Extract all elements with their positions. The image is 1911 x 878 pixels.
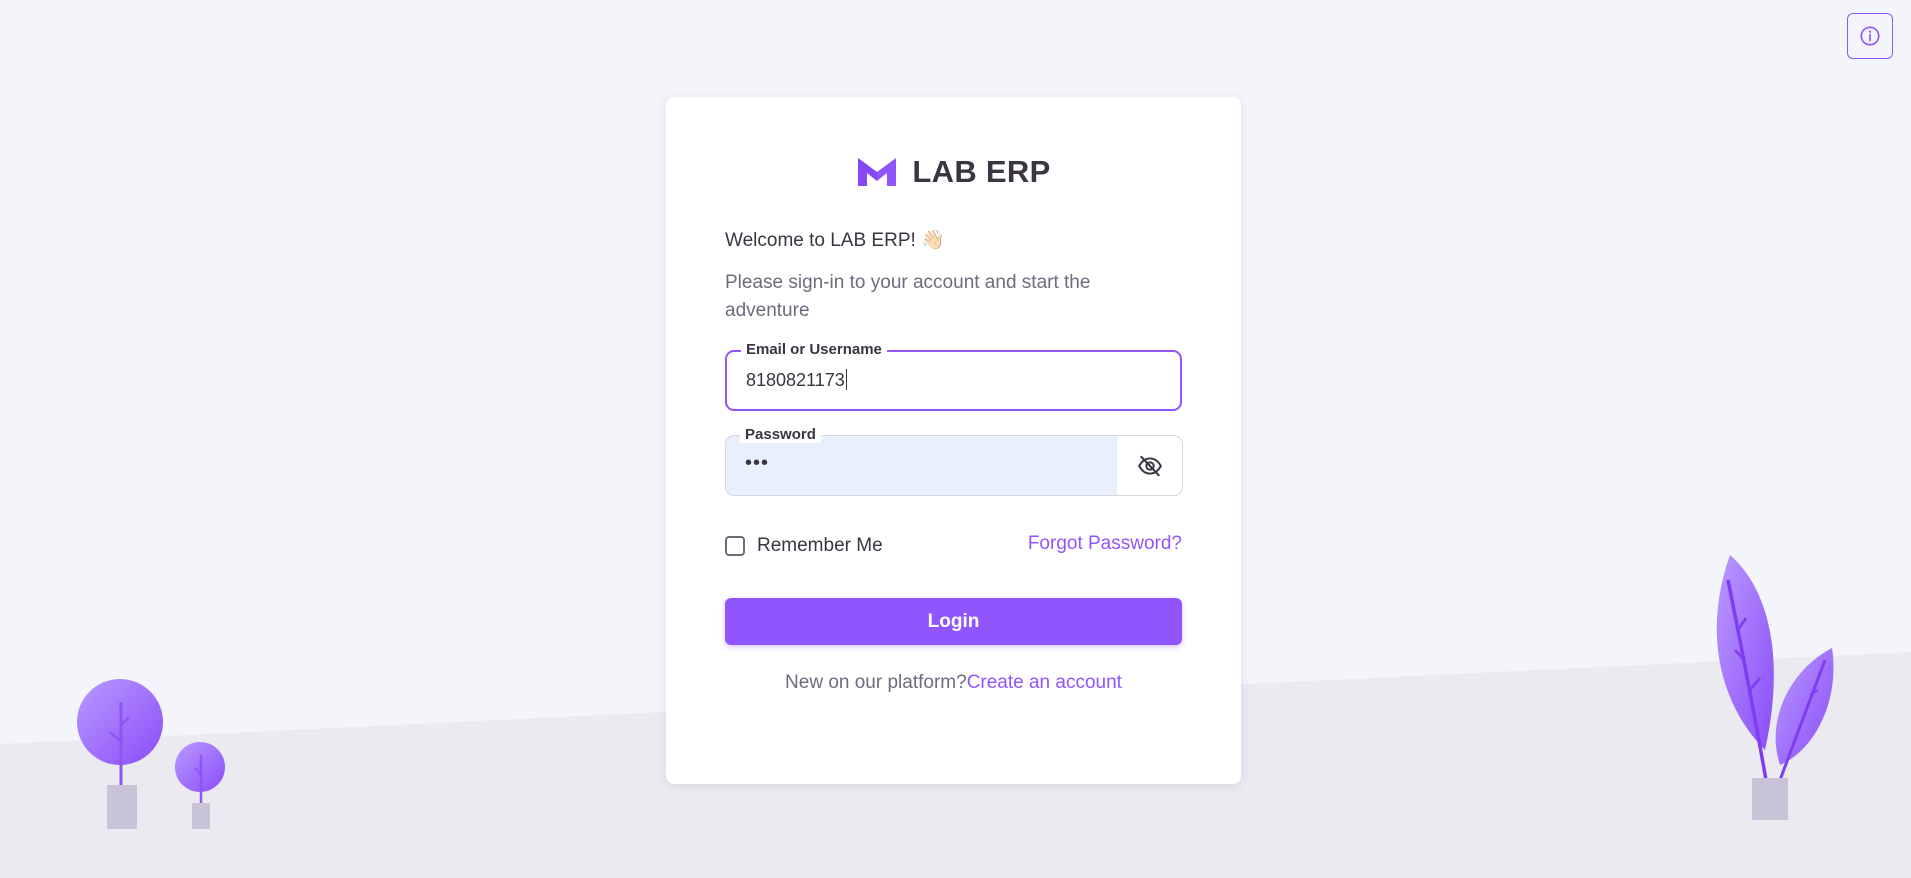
password-input[interactable]: ••• bbox=[745, 452, 769, 475]
info-icon bbox=[1860, 26, 1880, 46]
toggle-password-visibility-button[interactable] bbox=[1117, 435, 1183, 496]
m-logo-icon bbox=[858, 158, 897, 186]
email-value: 8180821173 bbox=[746, 370, 845, 390]
info-button[interactable] bbox=[1847, 13, 1893, 59]
remember-me[interactable]: Remember Me bbox=[725, 535, 883, 557]
eye-off-icon bbox=[1137, 455, 1162, 476]
brand-header: LAB ERP bbox=[666, 152, 1241, 192]
text-caret bbox=[845, 369, 847, 390]
login-button[interactable]: Login bbox=[725, 598, 1182, 645]
create-account-link[interactable]: Create an account bbox=[967, 672, 1122, 693]
password-label: Password bbox=[740, 426, 821, 443]
brand-title: LAB ERP bbox=[912, 154, 1051, 189]
email-field[interactable]: Email or Username 8180821173 bbox=[725, 341, 1182, 411]
email-label: Email or Username bbox=[741, 341, 887, 358]
welcome-subtitle: Please sign-in to your account and start… bbox=[725, 272, 1091, 321]
welcome-heading: Welcome to LAB ERP! 👋🏻 bbox=[725, 230, 945, 251]
login-card: LAB ERP Welcome to LAB ERP! 👋🏻 Please si… bbox=[666, 97, 1241, 784]
signup-question: New on our platform? bbox=[785, 672, 967, 693]
password-field[interactable]: Password ••• bbox=[725, 426, 1119, 496]
signup-prompt: New on our platform?Create an account bbox=[666, 672, 1241, 694]
right-plant-illustration bbox=[1716, 555, 1834, 820]
left-tree-illustration bbox=[77, 679, 225, 829]
remember-me-label[interactable]: Remember Me bbox=[757, 535, 883, 557]
remember-me-checkbox[interactable] bbox=[725, 536, 745, 556]
forgot-password-link[interactable]: Forgot Password? bbox=[1028, 533, 1182, 555]
email-input[interactable]: 8180821173 bbox=[746, 369, 847, 391]
